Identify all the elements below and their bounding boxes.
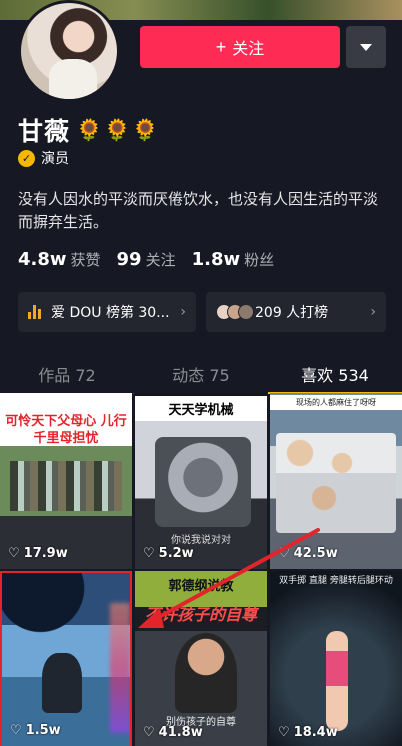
like-count: ♡ 41.8w	[143, 725, 203, 740]
video-thumbnail[interactable]: 天天学机械 你说我说对对 ♡ 5.2w	[135, 393, 267, 569]
like-count-value: 5.2w	[158, 546, 194, 561]
dou-rank-card[interactable]: 爱 DOU 榜第 30... ›	[18, 292, 196, 332]
video-image	[175, 633, 237, 713]
like-count: ♡ 18.4w	[278, 725, 338, 740]
like-count-value: 41.8w	[158, 725, 203, 740]
like-count-value: 42.5w	[293, 546, 338, 561]
heart-icon: ♡	[278, 725, 290, 740]
like-count-value: 18.4w	[293, 725, 338, 740]
light-flare	[110, 603, 130, 733]
profile-tabs: 作品 72 动态 75 喜欢 534	[0, 350, 402, 394]
sunflower-emojis: 🌻🌻🌻	[76, 117, 161, 142]
stat-followers[interactable]: 1.8w 粉丝	[192, 249, 275, 270]
follow-button-label: 关注	[232, 41, 265, 58]
certification-label: 演员	[41, 151, 69, 167]
heart-icon: ♡	[143, 546, 155, 561]
video-overlay-text: 不许孩子的自尊	[144, 605, 257, 624]
chevron-right-icon: ›	[180, 304, 186, 320]
video-thumbnail-highlighted[interactable]: ♡ 1.5w	[0, 571, 132, 746]
profile-name-row: 甘薇 🌻🌻🌻	[18, 112, 160, 148]
tab-activity[interactable]: 动态 75	[134, 350, 268, 393]
chevron-down-icon	[360, 43, 372, 51]
heart-icon: ♡	[8, 546, 20, 561]
video-subtitle: 你说我说对对	[171, 535, 231, 546]
supporters-card[interactable]: 209 人打榜 ›	[206, 292, 386, 332]
heart-icon: ♡	[143, 725, 155, 740]
stat-label: 获赞	[70, 251, 101, 269]
heart-icon: ♡	[10, 723, 22, 738]
rank-bars-icon	[28, 305, 43, 319]
certification-row: ✓ 演员	[18, 148, 69, 168]
stat-likes[interactable]: 4.8w 获赞	[18, 249, 101, 270]
tab-works[interactable]: 作品 72	[0, 350, 134, 393]
supporters-card-text: 209 人打榜	[255, 305, 329, 321]
stat-value: 99	[116, 249, 142, 270]
profile-bio: 没有人因水的平淡而厌倦饮水，也没有人因生活的平淡而摒弃生活。	[18, 190, 379, 231]
video-caption: 郭德纲说教	[168, 579, 234, 594]
like-count: ♡ 17.9w	[8, 546, 68, 561]
verified-check-icon: ✓	[18, 149, 35, 167]
video-caption: 天天学机械	[135, 396, 267, 421]
heart-icon: ♡	[278, 546, 290, 561]
video-image	[10, 461, 122, 511]
video-thumbnail[interactable]: 现场的人都麻住了呀呀 ♡ 42.5w	[270, 393, 402, 569]
rank-card-text: 爱 DOU 榜第 30...	[51, 305, 170, 321]
like-count-value: 1.5w	[25, 723, 61, 738]
video-caption: 双手掷 直腿 旁腿转后腿环动	[279, 576, 393, 586]
video-image	[326, 631, 348, 731]
like-count: ♡ 5.2w	[143, 546, 194, 561]
stat-following[interactable]: 99 关注	[117, 249, 176, 270]
plus-icon: +	[215, 36, 227, 57]
video-thumbnail[interactable]: 双手掷 直腿 旁腿转后腿环动 ♡ 18.4w	[270, 571, 402, 746]
follow-button[interactable]: + 关注	[140, 26, 340, 68]
video-thumbnail[interactable]: 可怜天下父母心 儿行千里母担忧 ♡ 17.9w	[0, 393, 132, 569]
video-image	[155, 437, 251, 527]
video-grid: 可怜天下父母心 儿行千里母担忧 ♡ 17.9w 天天学机械 你说我说对对 ♡ 5.2…	[0, 393, 402, 746]
like-count: ♡ 42.5w	[278, 546, 338, 561]
video-image	[276, 433, 396, 533]
like-count: ♡ 1.5w	[10, 723, 61, 738]
like-count-value: 17.9w	[23, 546, 68, 561]
supporter-avatars	[216, 304, 254, 320]
tab-likes[interactable]: 喜欢 534	[268, 350, 402, 394]
video-thumbnail[interactable]: 郭德纲说教 不许孩子的自尊 别伤孩子的自尊 ♡ 41.8w	[135, 571, 267, 746]
profile-stats: 4.8w 获赞 99 关注 1.8w 粉丝	[18, 249, 290, 270]
video-image	[42, 653, 82, 713]
stat-value: 4.8w	[18, 249, 67, 270]
profile-name: 甘薇	[18, 117, 71, 146]
video-caption: 可怜天下父母心 儿行千里母担忧	[5, 414, 127, 446]
chevron-right-icon: ›	[370, 304, 376, 320]
video-caption: 现场的人都麻住了呀呀	[270, 395, 402, 410]
stat-label: 关注	[145, 251, 176, 269]
more-options-button[interactable]	[346, 26, 386, 68]
stat-label: 粉丝	[244, 251, 275, 269]
stat-value: 1.8w	[191, 249, 241, 270]
avatar[interactable]	[18, 0, 120, 102]
